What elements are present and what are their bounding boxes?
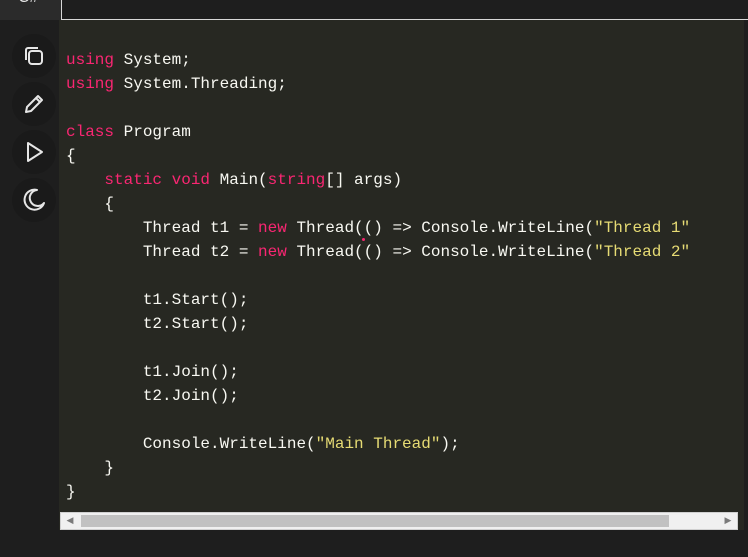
- code-text: }: [66, 483, 76, 501]
- code-string: "Main Thread": [315, 435, 441, 453]
- code-line: }: [66, 480, 736, 504]
- horizontal-scrollbar[interactable]: ◀ ▶: [60, 512, 738, 530]
- code-line: Console.WriteLine("Main Thread");: [66, 432, 736, 456]
- copy-button[interactable]: [12, 34, 56, 78]
- code-text: {: [66, 195, 115, 213]
- code-line: using System.Threading;: [66, 72, 736, 96]
- code-line: static void Main(string[] args): [66, 168, 736, 192]
- code-text: Thread t1 =: [66, 219, 259, 237]
- run-button[interactable]: [12, 130, 56, 174]
- code-keyword: static: [104, 171, 163, 189]
- code-text: Thread(() => Console.WriteLine(: [286, 219, 595, 237]
- copy-icon: [25, 47, 43, 65]
- code-keyword: void: [171, 171, 211, 189]
- pencil-icon: [25, 95, 43, 113]
- code-string: "Thread 1": [594, 219, 691, 237]
- code-text: t1.Start();: [66, 291, 249, 309]
- code-line: {: [66, 192, 736, 216]
- code-text: System.Threading;: [114, 75, 287, 93]
- code-line: {: [66, 144, 736, 168]
- code-line: class Program: [66, 120, 736, 144]
- code-text: t1.Join();: [66, 363, 239, 381]
- tab-csharp[interactable]: C#: [0, 0, 62, 20]
- scroll-right-arrow-icon[interactable]: ▶: [719, 513, 737, 529]
- code-keyword: string: [267, 171, 326, 189]
- code-keyword: using: [66, 51, 115, 69]
- code-line: }: [66, 456, 736, 480]
- code-line: Thread t2 = new Thread(() => Console.Wri…: [66, 240, 736, 264]
- scrollbar-thumb[interactable]: [81, 515, 669, 527]
- edit-button[interactable]: [12, 82, 56, 126]
- code-line: Thread t1 = new Thread(() => Console.Wri…: [66, 216, 736, 240]
- code-text: t2.Start();: [66, 315, 249, 333]
- code-keyword: using: [66, 75, 115, 93]
- code-string: "Thread 2": [594, 243, 691, 261]
- code-keyword: class: [66, 123, 115, 141]
- code-line: t2.Start();: [66, 312, 736, 336]
- code-text: Thread t2 =: [66, 243, 259, 261]
- code-text: );: [440, 435, 460, 453]
- code-keyword: new: [258, 243, 287, 261]
- code-text: Console.WriteLine(: [66, 435, 316, 453]
- code-line: using System;: [66, 48, 736, 72]
- text-cursor: [362, 238, 365, 241]
- code-text: System;: [114, 51, 191, 69]
- scroll-left-arrow-icon[interactable]: ◀: [61, 513, 79, 529]
- code-text: }: [66, 459, 115, 477]
- code-line: t1.Join();: [66, 360, 736, 384]
- theme-toggle-button[interactable]: [12, 178, 56, 222]
- code-keyword: new: [258, 219, 287, 237]
- code-text: Thread(() => Console.WriteLine(: [286, 243, 595, 261]
- code-text: Main(: [210, 171, 268, 189]
- tab-label: C#: [18, 0, 38, 7]
- code-editor[interactable]: using System; using System.Threading; cla…: [66, 48, 736, 508]
- moon-icon: [23, 188, 45, 211]
- code-text: Program: [114, 123, 191, 141]
- code-text: {: [66, 147, 76, 165]
- play-icon: [27, 142, 43, 162]
- code-text: t2.Join();: [66, 387, 239, 405]
- code-line: t1.Start();: [66, 288, 736, 312]
- code-line: t2.Join();: [66, 384, 736, 408]
- code-text: [] args): [325, 171, 403, 189]
- code-toolbar: [12, 34, 58, 226]
